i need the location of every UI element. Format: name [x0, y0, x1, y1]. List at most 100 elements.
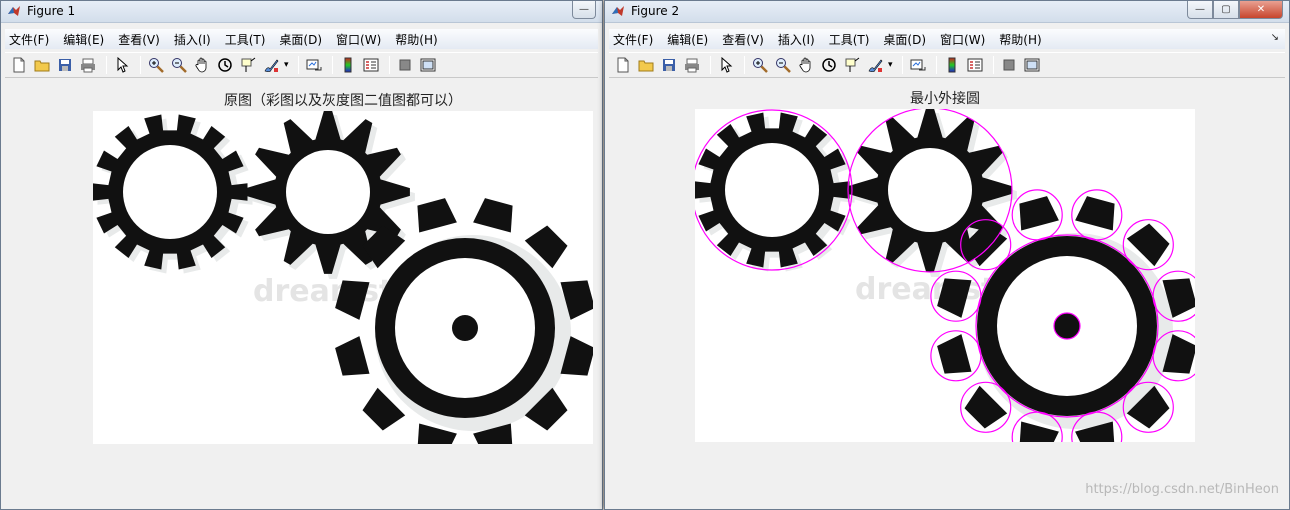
save-icon: [59, 59, 71, 71]
show-plot-tools-button[interactable]: [1022, 55, 1042, 75]
maximize-button[interactable]: ▢: [1213, 1, 1239, 19]
toolbar-separator: [710, 56, 711, 74]
hide-plot-tools-button[interactable]: [395, 55, 415, 75]
menu-view[interactable]: 查看(V): [118, 31, 160, 48]
new-figure-button[interactable]: [9, 55, 29, 75]
pan-hand-button[interactable]: [192, 55, 212, 75]
pan-hand-button[interactable]: [796, 55, 816, 75]
data-cursor-button[interactable]: [842, 55, 862, 75]
brush-dropdown-icon[interactable]: ▾: [888, 60, 893, 70]
print-button[interactable]: [78, 55, 98, 75]
link-plot-button[interactable]: [304, 55, 324, 75]
menu-help[interactable]: 帮助(H): [999, 31, 1041, 48]
dock-arrow-icon[interactable]: ↘: [1271, 32, 1279, 43]
show-plot-tools-icon: [1024, 58, 1040, 72]
zoom-out-icon: [776, 58, 791, 73]
colorbar-button[interactable]: [338, 55, 358, 75]
save-button[interactable]: [55, 55, 75, 75]
figure-toolbar: ▾: [5, 52, 598, 78]
data-cursor-icon: [241, 57, 256, 72]
legend-button[interactable]: [361, 55, 381, 75]
menu-edit[interactable]: 编辑(E): [667, 31, 708, 48]
gear-tooth: [937, 334, 972, 374]
show-plot-tools-icon: [420, 58, 436, 72]
title-bar[interactable]: Figure 2 — ▢ ✕: [605, 1, 1289, 23]
brush-button[interactable]: [261, 55, 281, 75]
print-button[interactable]: [682, 55, 702, 75]
menu-tools[interactable]: 工具(T): [225, 31, 266, 48]
gear-hole: [123, 145, 217, 239]
link-plot-button[interactable]: [908, 55, 928, 75]
window-controls: —: [572, 1, 596, 19]
menu-insert[interactable]: 插入(I): [174, 31, 211, 48]
new-figure-button[interactable]: [613, 55, 633, 75]
menu-file[interactable]: 文件(F): [613, 31, 653, 48]
zoom-out-icon: [172, 58, 187, 73]
gear-tooth: [335, 336, 370, 376]
rotate-3d-button[interactable]: [215, 55, 235, 75]
gear-hole: [286, 150, 370, 234]
toolbar-separator: [744, 56, 745, 74]
save-button[interactable]: [659, 55, 679, 75]
toolbar-separator: [388, 56, 390, 74]
toolbar-separator: [140, 56, 141, 74]
title-bar[interactable]: Figure 1 —: [1, 1, 602, 23]
figure-window-1[interactable]: Figure 1 — 文件(F) 编辑(E) 查看(V) 插入(I) 工具(T)…: [0, 0, 603, 510]
menu-bar: 文件(F) 编辑(E) 查看(V) 插入(I) 工具(T) 桌面(D) 窗口(W…: [5, 29, 598, 49]
toolbar-separator: [901, 56, 903, 74]
print-icon: [685, 58, 699, 73]
menu-window[interactable]: 窗口(W): [336, 31, 381, 48]
toolbar-separator: [331, 56, 333, 74]
hide-plot-tools-button[interactable]: [999, 55, 1019, 75]
new-figure-icon: [617, 57, 629, 73]
figure-canvas: 最小外接圆 dreamstime.com https://blog.csdn.n…: [609, 80, 1285, 505]
pointer-icon: [721, 57, 733, 73]
figure-window-2[interactable]: Figure 2 — ▢ ✕ 文件(F) 编辑(E) 查看(V) 插入(I) 工…: [604, 0, 1290, 510]
open-file-button[interactable]: [636, 55, 656, 75]
menu-desktop[interactable]: 桌面(D): [279, 31, 322, 48]
gear-hole: [888, 148, 972, 232]
menu-insert[interactable]: 插入(I): [778, 31, 815, 48]
pointer-button[interactable]: [112, 55, 132, 75]
brush-dropdown-icon[interactable]: ▾: [284, 60, 289, 70]
menu-file[interactable]: 文件(F): [9, 31, 49, 48]
image-axes[interactable]: dreamstime.com: [695, 109, 1195, 442]
rotate-3d-button[interactable]: [819, 55, 839, 75]
toolbar-separator: [935, 56, 937, 74]
colorbar-button[interactable]: [942, 55, 962, 75]
image-axes[interactable]: dreamstime.com: [93, 111, 593, 444]
rotate-3d-icon: [218, 58, 232, 72]
gear-tooth: [417, 198, 457, 233]
minimize-button[interactable]: —: [572, 1, 596, 19]
rotate-3d-icon: [822, 58, 836, 72]
zoom-out-button[interactable]: [773, 55, 793, 75]
menu-edit[interactable]: 编辑(E): [63, 31, 104, 48]
zoom-in-button[interactable]: [146, 55, 166, 75]
gear-axle: [452, 315, 478, 341]
gear-tooth: [1075, 196, 1115, 231]
menu-window[interactable]: 窗口(W): [940, 31, 985, 48]
legend-icon: [967, 58, 983, 72]
matlab-icon: [8, 6, 20, 16]
minimize-button[interactable]: —: [1187, 1, 1213, 19]
menu-view[interactable]: 查看(V): [722, 31, 764, 48]
show-plot-tools-button[interactable]: [418, 55, 438, 75]
menu-help[interactable]: 帮助(H): [395, 31, 437, 48]
menu-tools[interactable]: 工具(T): [829, 31, 870, 48]
zoom-in-button[interactable]: [750, 55, 770, 75]
legend-button[interactable]: [965, 55, 985, 75]
zoom-out-button[interactable]: [169, 55, 189, 75]
matlab-icon: [612, 6, 624, 16]
close-button[interactable]: ✕: [1239, 1, 1283, 19]
toolbar-separator: [106, 56, 107, 74]
colorbar-icon: [344, 57, 352, 73]
data-cursor-button[interactable]: [238, 55, 258, 75]
menu-desktop[interactable]: 桌面(D): [883, 31, 926, 48]
brush-button[interactable]: [865, 55, 885, 75]
open-file-button[interactable]: [32, 55, 52, 75]
gear-hole: [725, 143, 819, 237]
zoom-in-icon: [149, 58, 164, 73]
pointer-button[interactable]: [716, 55, 736, 75]
axes-title: 最小外接圆: [910, 91, 980, 107]
brush-icon: [264, 59, 279, 72]
